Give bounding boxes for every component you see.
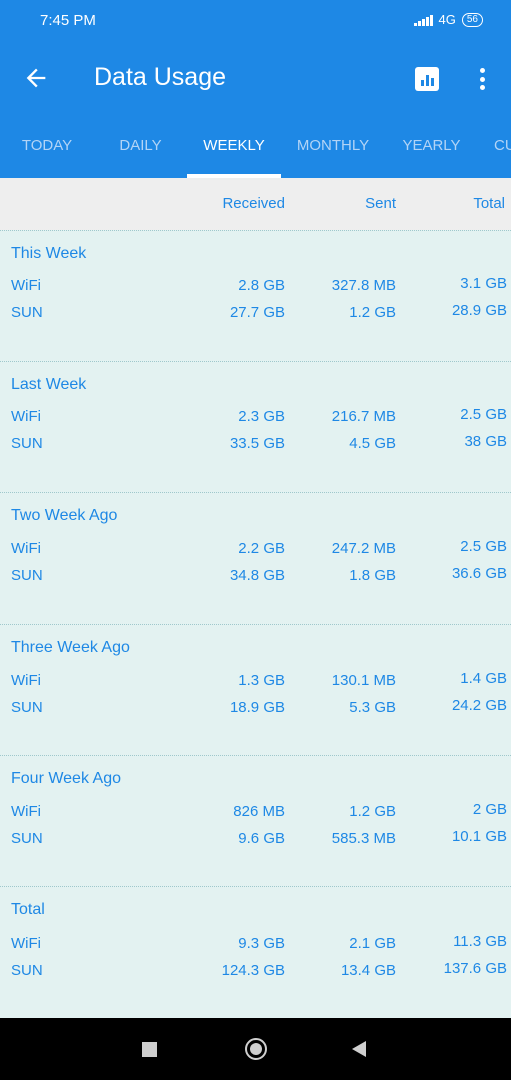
tab-bar: TODAY DAILY WEEKLY MONTHLY YEARLY CU (0, 114, 511, 178)
section-title: Two Week Ago (11, 507, 118, 524)
column-header: Received Sent Total (0, 178, 511, 230)
sent-value: 1.2 GB (349, 304, 396, 321)
received-value: 2.8 GB (238, 277, 285, 294)
total-value: 1.4 GB (460, 670, 507, 687)
received-value: 2.3 GB (238, 408, 285, 425)
usage-row-wifi: WiFi 9.3 GB 2.1 GB 11.3 GB (0, 933, 511, 955)
sent-value: 247.2 MB (331, 540, 396, 557)
usage-row-sun: SUN 33.5 GB 4.5 GB 38 GB (0, 433, 511, 455)
more-options-icon[interactable] (472, 66, 492, 92)
tab-today[interactable]: TODAY (0, 114, 94, 178)
total-value: 11.3 GB (453, 933, 507, 950)
status-time: 7:45 PM (40, 12, 96, 29)
tab-custom[interactable]: CU (478, 114, 511, 178)
total-value: 36.6 GB (451, 565, 507, 582)
usage-row-wifi: WiFi 2.2 GB 247.2 MB 2.5 GB (0, 538, 511, 560)
received-value: 124.3 GB (221, 962, 285, 979)
total-value: 137.6 GB (443, 960, 507, 977)
received-value: 33.5 GB (229, 435, 285, 452)
total-value: 2 GB (472, 801, 507, 818)
bar-chart-icon[interactable] (415, 67, 439, 91)
section-last-week: Last Week WiFi 2.3 GB 216.7 MB 2.5 GB SU… (0, 361, 511, 492)
sent-value: 4.5 GB (349, 435, 396, 452)
sent-value: 1.2 GB (349, 803, 396, 820)
section-title: This Week (11, 245, 87, 262)
page-title: Data Usage (94, 63, 227, 91)
row-label: WiFi (11, 935, 41, 952)
column-sent: Sent (365, 195, 396, 212)
received-value: 9.6 GB (238, 830, 285, 847)
system-nav-bar (0, 1018, 511, 1080)
usage-row-sun: SUN 124.3 GB 13.4 GB 137.6 GB (0, 960, 511, 982)
row-label: SUN (11, 304, 43, 321)
total-value: 28.9 GB (451, 302, 507, 319)
section-three-week-ago: Three Week Ago WiFi 1.3 GB 130.1 MB 1.4 … (0, 624, 511, 755)
back-arrow-icon[interactable] (22, 64, 50, 92)
received-value: 9.3 GB (238, 935, 285, 952)
total-value: 2.5 GB (460, 406, 507, 423)
sent-value: 130.1 MB (331, 672, 396, 689)
section-this-week: This Week WiFi 2.8 GB 327.8 MB 3.1 GB SU… (0, 230, 511, 361)
row-label: WiFi (11, 540, 41, 557)
section-title: Three Week Ago (11, 639, 130, 656)
home-icon[interactable] (245, 1038, 267, 1060)
tab-weekly[interactable]: WEEKLY (187, 114, 281, 178)
sent-value: 327.8 MB (331, 277, 396, 294)
received-value: 27.7 GB (229, 304, 285, 321)
received-value: 34.8 GB (229, 567, 285, 584)
usage-row-sun: SUN 9.6 GB 585.3 MB 10.1 GB (0, 828, 511, 850)
row-label: WiFi (11, 803, 41, 820)
received-value: 2.2 GB (238, 540, 285, 557)
sent-value: 585.3 MB (331, 830, 396, 847)
section-title: Four Week Ago (11, 770, 121, 787)
battery-level: 56 (466, 14, 478, 25)
received-value: 1.3 GB (238, 672, 285, 689)
status-indicators: 4G 56 (413, 12, 483, 27)
sent-value: 2.1 GB (349, 935, 396, 952)
usage-row-wifi: WiFi 826 MB 1.2 GB 2 GB (0, 801, 511, 823)
column-total: Total (473, 195, 505, 212)
section-two-week-ago: Two Week Ago WiFi 2.2 GB 247.2 MB 2.5 GB… (0, 492, 511, 623)
row-label: SUN (11, 830, 43, 847)
row-label: SUN (11, 567, 43, 584)
row-label: WiFi (11, 672, 41, 689)
recents-icon[interactable] (142, 1042, 157, 1057)
usage-row-sun: SUN 18.9 GB 5.3 GB 24.2 GB (0, 697, 511, 719)
row-label: SUN (11, 699, 43, 716)
received-value: 18.9 GB (229, 699, 285, 716)
received-value: 826 MB (233, 803, 285, 820)
section-total: Total WiFi 9.3 GB 2.1 GB 11.3 GB SUN 124… (0, 886, 511, 1017)
total-value: 2.5 GB (460, 538, 507, 555)
usage-row-wifi: WiFi 1.3 GB 130.1 MB 1.4 GB (0, 670, 511, 692)
status-bar: 7:45 PM 4G 56 (0, 0, 511, 43)
app-bar: Data Usage (0, 43, 511, 114)
total-value: 38 GB (464, 433, 507, 450)
row-label: SUN (11, 962, 43, 979)
section-title: Last Week (11, 376, 87, 393)
nav-back-icon[interactable] (352, 1041, 366, 1057)
signal-icon (413, 14, 433, 26)
total-value: 3.1 GB (460, 275, 507, 292)
total-value: 24.2 GB (451, 697, 507, 714)
battery-icon: 56 (461, 12, 483, 27)
sent-value: 13.4 GB (340, 962, 396, 979)
section-title: Total (11, 901, 45, 918)
row-label: WiFi (11, 408, 41, 425)
row-label: WiFi (11, 277, 41, 294)
column-received: Received (222, 195, 285, 212)
usage-row-sun: SUN 34.8 GB 1.8 GB 36.6 GB (0, 565, 511, 587)
usage-row-wifi: WiFi 2.8 GB 327.8 MB 3.1 GB (0, 275, 511, 297)
tab-monthly[interactable]: MONTHLY (281, 114, 385, 178)
tab-daily[interactable]: DAILY (94, 114, 187, 178)
section-four-week-ago: Four Week Ago WiFi 826 MB 1.2 GB 2 GB SU… (0, 755, 511, 886)
total-value: 10.1 GB (451, 828, 507, 845)
usage-row-sun: SUN 27.7 GB 1.2 GB 28.9 GB (0, 302, 511, 324)
row-label: SUN (11, 435, 43, 452)
tab-yearly[interactable]: YEARLY (385, 114, 478, 178)
sent-value: 216.7 MB (331, 408, 396, 425)
sent-value: 1.8 GB (349, 567, 396, 584)
sent-value: 5.3 GB (349, 699, 396, 716)
usage-row-wifi: WiFi 2.3 GB 216.7 MB 2.5 GB (0, 406, 511, 428)
network-type: 4G (438, 12, 456, 27)
